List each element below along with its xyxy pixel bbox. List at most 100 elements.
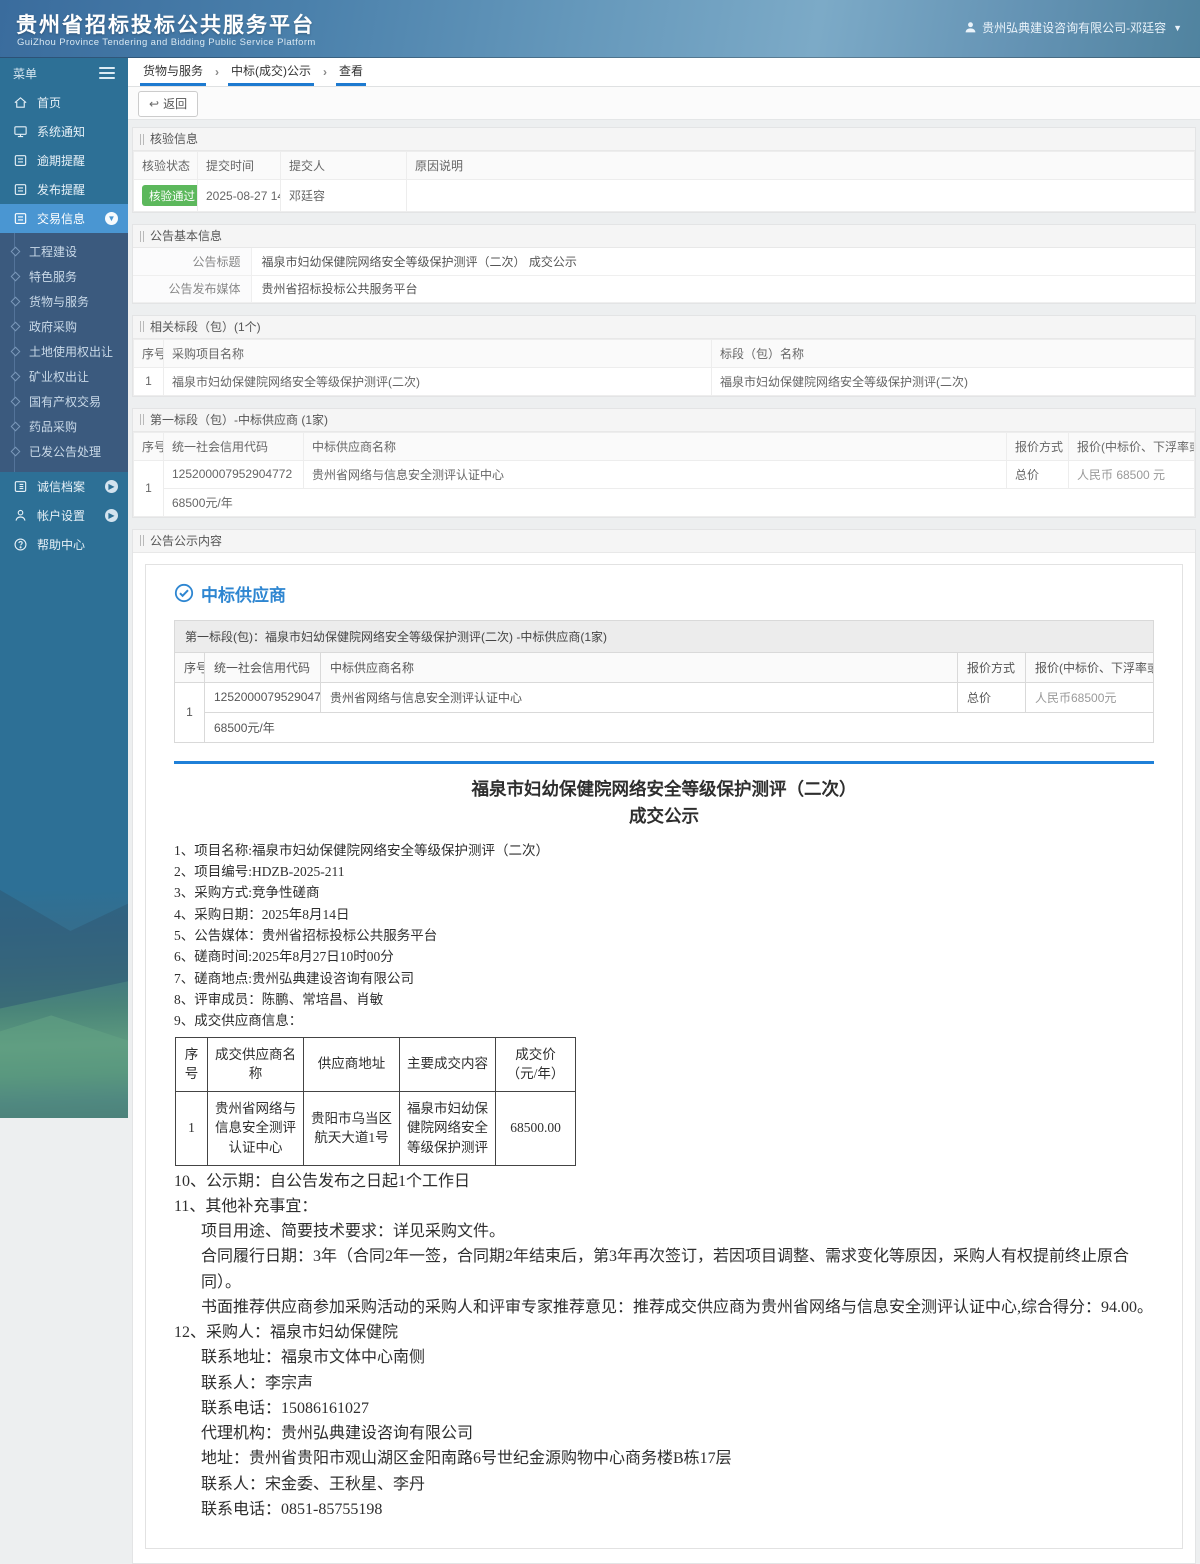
main-content: 货物与服务 中标(成交)公示 查看 ↩ 返回 核验信息 核验状态 提交时间 提交… <box>128 58 1200 1118</box>
related-sections-panel: 相关标段（包）(1个) 序号 采购项目名称 标段（包）名称 1 福泉市妇幼保健院… <box>132 315 1196 397</box>
credit-code: 125200007952904772 <box>205 682 321 712</box>
menu-label: 菜单 <box>13 65 37 82</box>
doc-line: 联系人：宋金委、王秋星、李丹 <box>174 1472 1154 1497</box>
submenu-item[interactable]: 药品采购 <box>0 414 128 439</box>
app-title: 贵州省招标投标公共服务平台 <box>16 9 315 39</box>
doc-line: 合同履行日期：3年（合同2年一签，合同期2年结束后，第3年再次签订，若因项目调整… <box>174 1244 1154 1295</box>
person-icon <box>13 508 28 523</box>
section-marker-icon <box>140 414 144 425</box>
user-menu[interactable]: 贵州弘典建设咨询有限公司-邓廷容 ▼ <box>964 19 1182 36</box>
back-icon: ↩ <box>149 97 159 111</box>
table-row: 核验通过 2025-08-27 14:47 邓廷容 <box>134 180 1195 212</box>
sidebar-item-help-center[interactable]: 帮助中心 <box>0 530 128 559</box>
chevron-right-icon: ▶ <box>105 480 118 493</box>
sidebar-item-credit-archive[interactable]: 诚信档案 ▶ <box>0 472 128 501</box>
supplier-name: 贵州省网络与信息安全测评认证中心 <box>208 1091 304 1165</box>
supplier-name: 贵州省网络与信息安全测评认证中心 <box>304 460 1007 488</box>
submenu-item[interactable]: 政府采购 <box>0 314 128 339</box>
doc-line: 9、成交供应商信息： <box>174 1010 1154 1031</box>
question-icon <box>13 537 28 552</box>
notice-winner-table: 序号 统一社会信用代码 中标供应商名称 报价方式 报价(中标价、下浮率或费率) … <box>174 652 1154 743</box>
submit-time: 2025-08-27 14:47 <box>198 180 281 212</box>
doc-lines-before: 1、项目名称:福泉市妇幼保健院网络安全等级保护测评（二次）2、项目编号:HDZB… <box>174 840 1154 1032</box>
sidebar-item-publish[interactable]: 发布提醒 <box>0 175 128 204</box>
verify-table: 核验状态 提交时间 提交人 原因说明 核验通过 2025-08-27 14:47… <box>133 151 1195 212</box>
supplier-address: 贵阳市乌当区航天大道1号 <box>304 1091 400 1165</box>
doc-line: 7、磋商地点:贵州弘典建设咨询有限公司 <box>174 968 1154 989</box>
doc-line: 10、公示期：自公告发布之日起1个工作日 <box>174 1169 1154 1194</box>
table-row: 68500元/年 <box>134 488 1195 516</box>
submenu-item[interactable]: 货物与服务 <box>0 289 128 314</box>
section-marker-icon <box>140 535 144 546</box>
sidebar-item-trade-info[interactable]: 交易信息 ▼ <box>0 204 128 233</box>
sidebar-item-home[interactable]: 首页 <box>0 88 128 117</box>
row-no: 1 <box>176 1091 208 1165</box>
doc-line: 6、磋商时间:2025年8月27日10时00分 <box>174 946 1154 967</box>
winner-block-title: 中标供应商 <box>174 581 1154 606</box>
monitor-icon <box>13 124 28 139</box>
sidebar-item-overdue[interactable]: 逾期提醒 <box>0 146 128 175</box>
app-header: 贵州省招标投标公共服务平台 GuiZhou Province Tendering… <box>0 0 1200 58</box>
submenu-item[interactable]: 矿业权出让 <box>0 364 128 389</box>
app-subtitle: GuiZhou Province Tendering and Bidding P… <box>17 37 316 48</box>
doc-supplier-table: 序号 成交供应商名称 供应商地址 主要成交内容 成交价（元/年） 1 贵州省网络… <box>175 1037 576 1166</box>
chevron-down-icon: ▼ <box>1173 23 1182 33</box>
breadcrumb-view[interactable]: 查看 <box>336 57 366 86</box>
notice-content-section: 公告公示内容 中标供应商 第一标段(包)：福泉市妇幼保健院网络安全等级保护测评(… <box>132 529 1196 1564</box>
credit-code: 125200007952904772 <box>164 460 304 488</box>
section-name: 福泉市妇幼保健院网络安全等级保护测评(二次) <box>712 367 1195 395</box>
deal-content: 福泉市妇幼保健院网络安全等级保护测评 <box>400 1091 496 1165</box>
winner-table: 序号 统一社会信用代码 中标供应商名称 报价方式 报价(中标价、下浮率或费率) … <box>133 432 1195 517</box>
winner-section: 第一标段（包）-中标供应商 (1家) 序号 统一社会信用代码 中标供应商名称 报… <box>132 408 1196 518</box>
list-icon <box>13 479 28 494</box>
submenu-item[interactable]: 已发公告处理 <box>0 439 128 464</box>
supplier-name: 贵州省网络与信息安全测评认证中心 <box>321 682 958 712</box>
quote-price: 人民币 68500 元 <box>1069 460 1195 488</box>
quote-method: 总价 <box>958 682 1026 712</box>
project-name: 福泉市妇幼保健院网络安全等级保护测评(二次) <box>164 367 712 395</box>
table-row: 1 福泉市妇幼保健院网络安全等级保护测评(二次) 福泉市妇幼保健院网络安全等级保… <box>134 367 1195 395</box>
status-badge: 核验通过 <box>142 185 198 206</box>
doc-line: 3、采购方式:竞争性磋商 <box>174 882 1154 903</box>
back-button[interactable]: ↩ 返回 <box>138 91 198 117</box>
section-marker-icon <box>140 231 144 242</box>
doc-title-line1: 福泉市妇幼保健院网络安全等级保护测评（二次） <box>174 776 1154 803</box>
basic-info-table: 公告标题 福泉市妇幼保健院网络安全等级保护测评（二次） 成交公示 公告发布媒体 … <box>133 248 1195 303</box>
chevron-down-icon: ▼ <box>105 212 118 225</box>
sidebar-item-account-settings[interactable]: 帐户设置 ▶ <box>0 501 128 530</box>
sidebar-item-notifications[interactable]: 系统通知 <box>0 117 128 146</box>
announcement-title-value: 福泉市妇幼保健院网络安全等级保护测评（二次） 成交公示 <box>251 248 1195 275</box>
breadcrumb-award-notice[interactable]: 中标(成交)公示 <box>228 57 314 86</box>
doc-line: 2、项目编号:HDZB-2025-211 <box>174 861 1154 882</box>
hamburger-icon[interactable] <box>99 64 115 82</box>
row-no: 1 <box>175 682 205 742</box>
submenu-item[interactable]: 土地使用权出让 <box>0 339 128 364</box>
row-no: 1 <box>134 460 164 516</box>
section-title: 公告公示内容 <box>150 530 222 552</box>
doc-line: 12、采购人：福泉市妇幼保健院 <box>174 1320 1154 1345</box>
submitter: 邓廷容 <box>281 180 407 212</box>
doc-line: 代理机构：贵州弘典建设咨询有限公司 <box>174 1421 1154 1446</box>
reason <box>407 180 1195 212</box>
announcement-document: 福泉市妇幼保健院网络安全等级保护测评（二次） 成交公示 1、项目名称:福泉市妇幼… <box>174 776 1154 1523</box>
section-marker-icon <box>140 134 144 145</box>
target-check-icon <box>174 583 194 603</box>
sidebar-scenery-image <box>0 890 128 1118</box>
row-no: 1 <box>134 367 164 395</box>
submenu-item[interactable]: 特色服务 <box>0 264 128 289</box>
quote-price: 人民币68500元 <box>1026 682 1154 712</box>
publish-media-value: 贵州省招标投标公共服务平台 <box>251 275 1195 302</box>
doc-line: 8、评审成员：陈鹏、常培昌、肖敏 <box>174 989 1154 1010</box>
home-icon <box>13 95 28 110</box>
submenu-item[interactable]: 国有产权交易 <box>0 389 128 414</box>
doc-line: 5、公告媒体：贵州省招标投标公共服务平台 <box>174 925 1154 946</box>
document-icon <box>13 182 28 197</box>
section-title: 公告基本信息 <box>150 225 222 247</box>
table-row: 公告标题 福泉市妇幼保健院网络安全等级保护测评（二次） 成交公示 <box>133 248 1195 275</box>
quote-method: 总价 <box>1007 460 1069 488</box>
table-row: 公告发布媒体 贵州省招标投标公共服务平台 <box>133 275 1195 302</box>
breadcrumb-goods-services[interactable]: 货物与服务 <box>140 57 206 86</box>
table-row: 1 125200007952904772 贵州省网络与信息安全测评认证中心 总价… <box>175 682 1154 712</box>
table-row: 68500元/年 <box>175 712 1154 742</box>
submenu-item[interactable]: 工程建设 <box>0 239 128 264</box>
